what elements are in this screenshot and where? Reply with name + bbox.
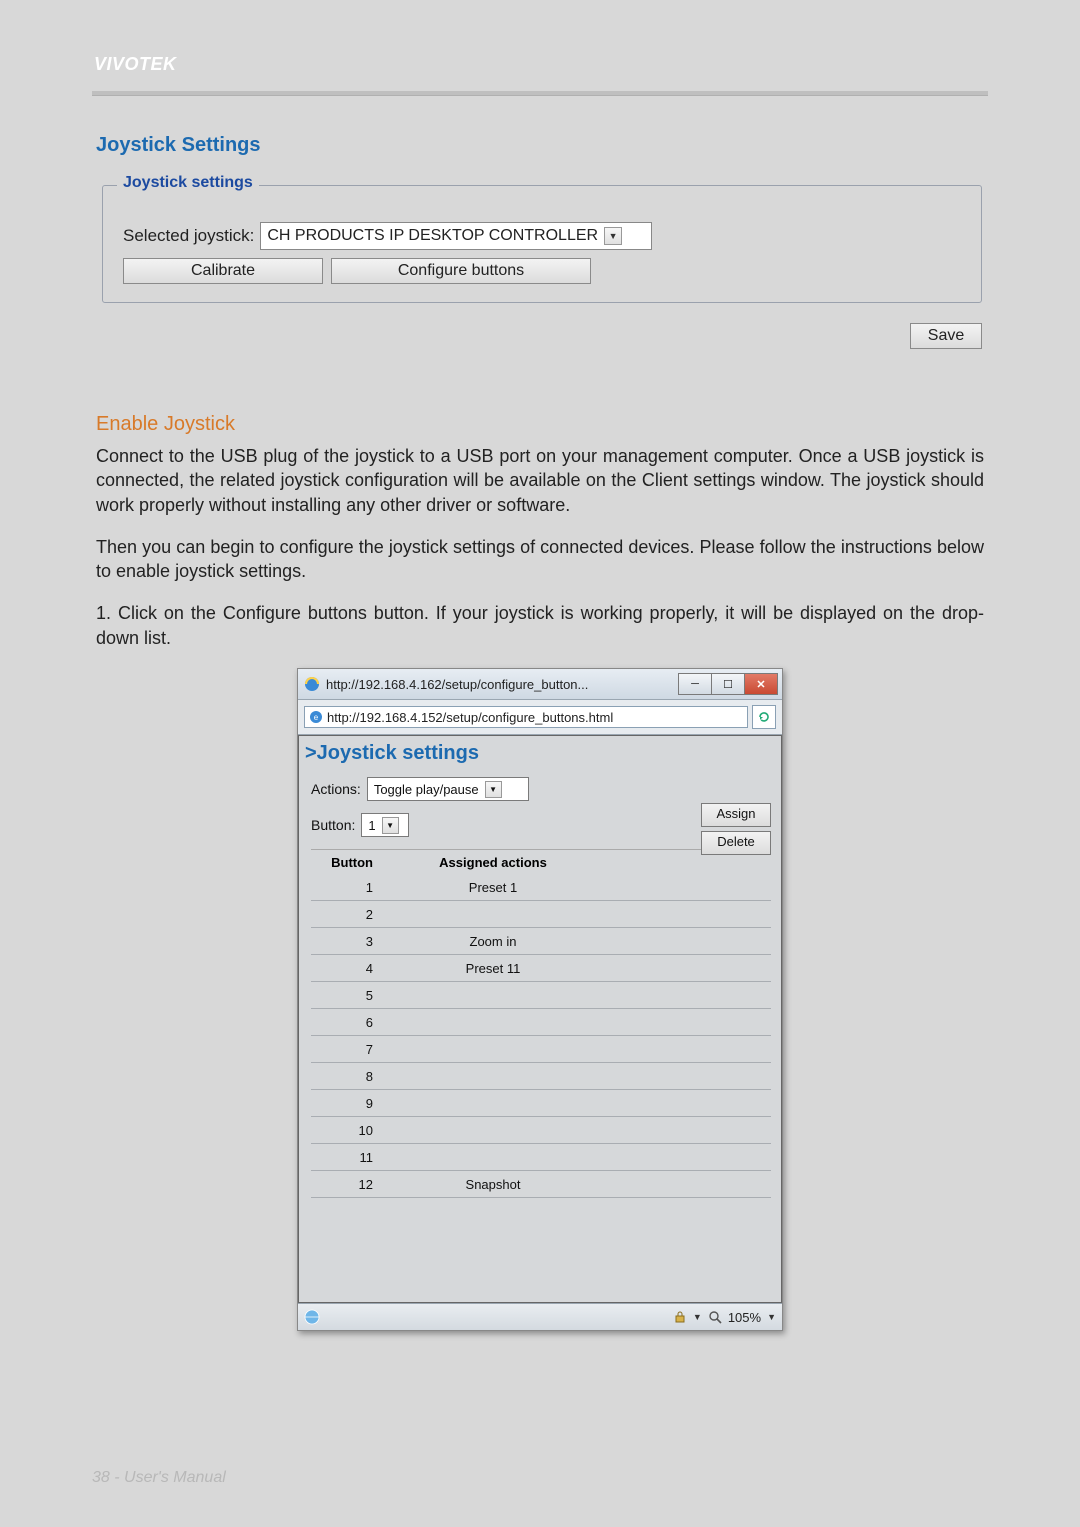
table-row[interactable]: 10 [311, 1117, 771, 1144]
table-row[interactable]: 11 [311, 1144, 771, 1171]
chevron-down-icon: ▼ [382, 817, 399, 834]
cell-button-number: 6 [311, 1015, 385, 1030]
button-number-value: 1 [368, 818, 375, 833]
zoom-icon [708, 1310, 722, 1324]
table-row[interactable]: 6 [311, 1009, 771, 1036]
column-header-button: Button [311, 855, 385, 870]
section-title: Joystick Settings [96, 134, 988, 157]
enable-joystick-heading: Enable Joystick [96, 413, 984, 436]
cell-button-number: 8 [311, 1069, 385, 1084]
actions-select-value: Toggle play/pause [374, 782, 479, 797]
window-close-button[interactable]: ✕ [744, 673, 778, 695]
security-icon[interactable] [673, 1310, 687, 1324]
configure-buttons-button[interactable]: Configure buttons [331, 258, 591, 284]
address-input[interactable]: e http://192.168.4.152/setup/configure_b… [304, 706, 748, 728]
zoom-level[interactable]: 105% [728, 1310, 761, 1325]
save-button[interactable]: Save [910, 323, 982, 349]
brand-name: VIVOTEK [94, 54, 988, 75]
svg-text:e: e [314, 713, 319, 722]
address-bar: e http://192.168.4.152/setup/configure_b… [298, 700, 782, 735]
selected-joystick-value: CH PRODUCTS IP DESKTOP CONTROLLER [267, 227, 598, 245]
cell-button-number: 4 [311, 961, 385, 976]
window-title: http://192.168.4.162/setup/configure_but… [326, 677, 679, 692]
actions-label: Actions: [311, 781, 361, 797]
chevron-down-icon[interactable]: ▼ [693, 1312, 702, 1322]
ie-icon [304, 676, 320, 692]
assignments-table: Button Assigned actions 1Preset 123Zoom … [311, 849, 771, 1198]
joystick-fieldset: Joystick settings Selected joystick: CH … [102, 185, 982, 303]
spacer [311, 1198, 771, 1298]
table-row[interactable]: 1Preset 1 [311, 874, 771, 901]
cell-button-number: 9 [311, 1096, 385, 1111]
internet-icon [304, 1309, 320, 1325]
button-number-label: Button: [311, 817, 355, 833]
table-row[interactable]: 5 [311, 982, 771, 1009]
delete-button[interactable]: Delete [701, 831, 771, 855]
cell-button-number: 12 [311, 1177, 385, 1192]
status-bar: ▼ 105% ▼ [298, 1303, 782, 1330]
table-row[interactable]: 8 [311, 1063, 771, 1090]
chevron-down-icon[interactable]: ▼ [767, 1312, 776, 1322]
actions-select[interactable]: Toggle play/pause ▼ [367, 777, 529, 801]
assign-button[interactable]: Assign [701, 803, 771, 827]
cell-assigned-action: Preset 11 [385, 961, 771, 976]
cell-assigned-action: Zoom in [385, 934, 771, 949]
chevron-down-icon: ▼ [485, 781, 502, 798]
header-rule [92, 91, 988, 96]
selected-joystick-label: Selected joystick: [123, 226, 254, 246]
address-url: http://192.168.4.152/setup/configure_but… [327, 710, 613, 725]
chevron-down-icon: ▼ [604, 227, 622, 245]
refresh-button[interactable] [752, 705, 776, 729]
paragraph-3: 1. Click on the Configure buttons button… [96, 601, 984, 650]
popup-heading: >Joystick settings [299, 736, 781, 767]
configure-buttons-window: http://192.168.4.162/setup/configure_but… [297, 668, 783, 1331]
cell-button-number: 10 [311, 1123, 385, 1138]
selected-joystick-select[interactable]: CH PRODUCTS IP DESKTOP CONTROLLER ▼ [260, 222, 652, 250]
page-footer: 38 - User's Manual [92, 1469, 226, 1487]
table-row[interactable]: 3Zoom in [311, 928, 771, 955]
cell-button-number: 7 [311, 1042, 385, 1057]
column-header-action: Assigned actions [385, 855, 771, 870]
calibrate-button[interactable]: Calibrate [123, 258, 323, 284]
table-row[interactable]: 7 [311, 1036, 771, 1063]
paragraph-1: Connect to the USB plug of the joystick … [96, 444, 984, 517]
table-row[interactable]: 2 [311, 901, 771, 928]
cell-button-number: 3 [311, 934, 385, 949]
cell-assigned-action: Preset 1 [385, 880, 771, 895]
cell-button-number: 1 [311, 880, 385, 895]
refresh-icon [757, 710, 771, 724]
cell-button-number: 2 [311, 907, 385, 922]
window-maximize-button[interactable]: ☐ [711, 673, 745, 695]
fieldset-legend: Joystick settings [117, 174, 259, 192]
window-titlebar: http://192.168.4.162/setup/configure_but… [298, 669, 782, 700]
button-number-select[interactable]: 1 ▼ [361, 813, 409, 837]
table-row[interactable]: 9 [311, 1090, 771, 1117]
cell-assigned-action: Snapshot [385, 1177, 771, 1192]
table-row[interactable]: 4Preset 11 [311, 955, 771, 982]
cell-button-number: 11 [311, 1150, 385, 1165]
cell-button-number: 5 [311, 988, 385, 1003]
paragraph-2: Then you can begin to configure the joys… [96, 535, 984, 584]
table-row[interactable]: 12Snapshot [311, 1171, 771, 1198]
window-minimize-button[interactable]: ─ [678, 673, 712, 695]
page-favicon-icon: e [309, 710, 323, 724]
